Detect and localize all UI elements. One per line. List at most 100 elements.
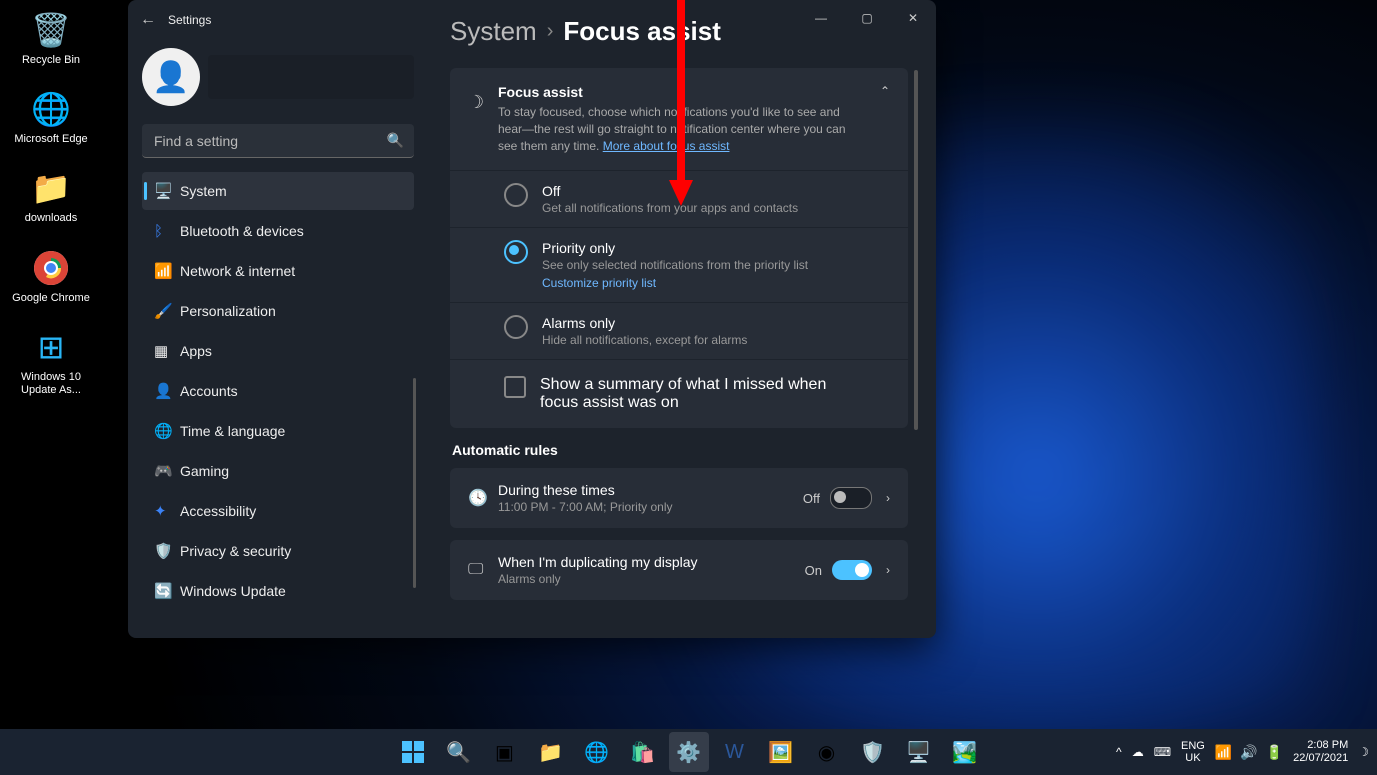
shield-icon: 🛡️ [154, 542, 180, 560]
taskbar-photos[interactable]: 🖼️ [761, 732, 801, 772]
option-priority[interactable]: Priority onlySee only selected notificat… [450, 227, 908, 302]
radio-alarms[interactable] [504, 315, 528, 339]
language-indicator[interactable]: ENGUK [1181, 740, 1205, 764]
taskbar-chrome[interactable]: ◉ [807, 732, 847, 772]
breadcrumb: System › Focus assist [450, 16, 922, 47]
wifi-icon[interactable]: 📶 [1215, 744, 1232, 761]
rule-during-times[interactable]: 🕓 During these times11:00 PM - 7:00 AM; … [450, 468, 908, 528]
taskbar-word[interactable]: W [715, 732, 755, 772]
desktop-icon-recycle-bin[interactable]: 🗑️Recycle Bin [6, 10, 96, 67]
tray-onedrive-icon[interactable]: ☁ [1132, 745, 1144, 759]
clock-icon: 🕓 [468, 488, 498, 508]
taskbar-edge[interactable]: 🌐 [577, 732, 617, 772]
search-icon: 🔍 [387, 132, 404, 149]
toggle-during-times[interactable] [830, 487, 872, 509]
bluetooth-icon: ᛒ [154, 223, 180, 240]
taskbar-app1[interactable]: 🖥️ [899, 732, 939, 772]
tray-icons[interactable]: 📶 🔊 🔋 [1215, 744, 1283, 761]
profile-block[interactable]: 👤 [142, 48, 414, 106]
breadcrumb-parent[interactable]: System [450, 16, 537, 47]
desktop-icons: 🗑️Recycle Bin 🌐Microsoft Edge 📁downloads… [6, 10, 96, 419]
toggle-duplicating[interactable] [832, 560, 872, 580]
nav-privacy[interactable]: 🛡️Privacy & security [142, 532, 414, 570]
radio-off[interactable] [504, 183, 528, 207]
content-area: ☽ Focus assist To stay focused, choose w… [450, 68, 908, 638]
edge-icon: 🌐 [31, 89, 71, 129]
clock[interactable]: 2:08 PM22/07/2021 [1293, 739, 1348, 765]
chevron-right-icon[interactable]: › [886, 491, 890, 505]
sidebar: 👤 🔍 🖥️System ᛒBluetooth & devices 📶Netwo… [128, 40, 428, 638]
focus-assist-tray-icon[interactable]: ☽ [1358, 745, 1369, 759]
nav-apps[interactable]: ▦Apps [142, 332, 414, 370]
globe-icon: 🌐 [154, 422, 180, 440]
taskbar-explorer[interactable]: 📁 [531, 732, 571, 772]
desktop-icon-downloads[interactable]: 📁downloads [6, 168, 96, 225]
window-title: Settings [168, 13, 211, 27]
search-button[interactable]: 🔍 [439, 732, 479, 772]
start-button[interactable] [393, 732, 433, 772]
focus-assist-desc: To stay focused, choose which notificati… [498, 104, 850, 154]
update-icon: 🔄 [154, 582, 180, 600]
taskbar-settings[interactable]: ⚙️ [669, 732, 709, 772]
chevron-right-icon[interactable]: › [886, 563, 890, 577]
volume-icon[interactable]: 🔊 [1240, 744, 1257, 761]
customize-priority-link[interactable]: Customize priority list [542, 276, 808, 290]
content-scrollbar[interactable] [914, 70, 918, 430]
rule-duplicating-display[interactable]: 🖵 When I'm duplicating my displayAlarms … [450, 540, 908, 600]
desktop: 🗑️Recycle Bin 🌐Microsoft Edge 📁downloads… [0, 0, 1377, 775]
windows-icon: ⊞ [31, 327, 71, 367]
apps-icon: ▦ [154, 342, 180, 360]
taskbar-app2[interactable]: 🏞️ [945, 732, 985, 772]
nav-time[interactable]: 🌐Time & language [142, 412, 414, 450]
profile-name-placeholder [208, 55, 414, 99]
nav-windows-update[interactable]: 🔄Windows Update [142, 572, 414, 610]
desktop-icon-edge[interactable]: 🌐Microsoft Edge [6, 89, 96, 146]
taskbar-center: 🔍 ▣ 📁 🌐 🛍️ ⚙️ W 🖼️ ◉ 🛡️ 🖥️ 🏞️ [393, 732, 985, 772]
nav-system[interactable]: 🖥️System [142, 172, 414, 210]
nav-gaming[interactable]: 🎮Gaming [142, 452, 414, 490]
breadcrumb-current: Focus assist [563, 16, 721, 47]
tray-chevron-icon[interactable]: ^ [1116, 745, 1122, 759]
desktop-icon-win-update[interactable]: ⊞Windows 10 Update As... [6, 327, 96, 397]
avatar-icon: 👤 [142, 48, 200, 106]
option-alarms[interactable]: Alarms onlyHide all notifications, excep… [450, 302, 908, 359]
nav-accounts[interactable]: 👤Accounts [142, 372, 414, 410]
nav-accessibility[interactable]: ✦Accessibility [142, 492, 414, 530]
sidebar-scrollbar[interactable] [413, 378, 416, 588]
search-box: 🔍 [142, 124, 414, 158]
summary-checkbox[interactable] [504, 376, 526, 398]
nav-personalization[interactable]: 🖌️Personalization [142, 292, 414, 330]
chevron-up-icon[interactable]: ⌃ [880, 84, 890, 98]
chrome-icon [31, 248, 71, 288]
task-view-button[interactable]: ▣ [485, 732, 525, 772]
main-pane: System › Focus assist ☽ Focus assist To … [450, 10, 922, 638]
battery-icon[interactable]: 🔋 [1266, 744, 1283, 761]
folder-icon: 📁 [31, 168, 71, 208]
brush-icon: 🖌️ [154, 302, 180, 320]
nav-bluetooth[interactable]: ᛒBluetooth & devices [142, 212, 414, 250]
system-icon: 🖥️ [154, 182, 180, 200]
settings-window: ← Settings ― ▢ ✕ 👤 🔍 🖥️System ᛒBluetooth… [128, 0, 936, 638]
option-off[interactable]: OffGet all notifications from your apps … [450, 170, 908, 227]
nav-network[interactable]: 📶Network & internet [142, 252, 414, 290]
monitor-icon: 🖵 [468, 561, 498, 579]
tray-keyboard-icon[interactable]: ⌨ [1154, 745, 1171, 759]
automatic-rules-heading: Automatic rules [452, 442, 908, 458]
taskbar-security[interactable]: 🛡️ [853, 732, 893, 772]
recycle-bin-icon: 🗑️ [31, 10, 71, 50]
focus-assist-header[interactable]: ☽ Focus assist To stay focused, choose w… [450, 68, 908, 170]
taskbar-store[interactable]: 🛍️ [623, 732, 663, 772]
radio-priority[interactable] [504, 240, 528, 264]
search-input[interactable] [142, 124, 414, 158]
desktop-icon-chrome[interactable]: Google Chrome [6, 248, 96, 305]
wifi-icon: 📶 [154, 262, 180, 280]
focus-assist-title: Focus assist [498, 84, 850, 100]
summary-row[interactable]: Show a summary of what I missed when foc… [450, 359, 908, 428]
back-button[interactable]: ← [128, 11, 168, 29]
system-tray: ^ ☁ ⌨ ENGUK 📶 🔊 🔋 2:08 PM22/07/2021 ☽ [1116, 739, 1369, 765]
person-icon: 👤 [154, 382, 180, 400]
more-about-link[interactable]: More about focus assist [603, 139, 730, 153]
gamepad-icon: 🎮 [154, 462, 180, 480]
chevron-right-icon: › [547, 20, 554, 43]
nav: 🖥️System ᛒBluetooth & devices 📶Network &… [142, 172, 414, 610]
